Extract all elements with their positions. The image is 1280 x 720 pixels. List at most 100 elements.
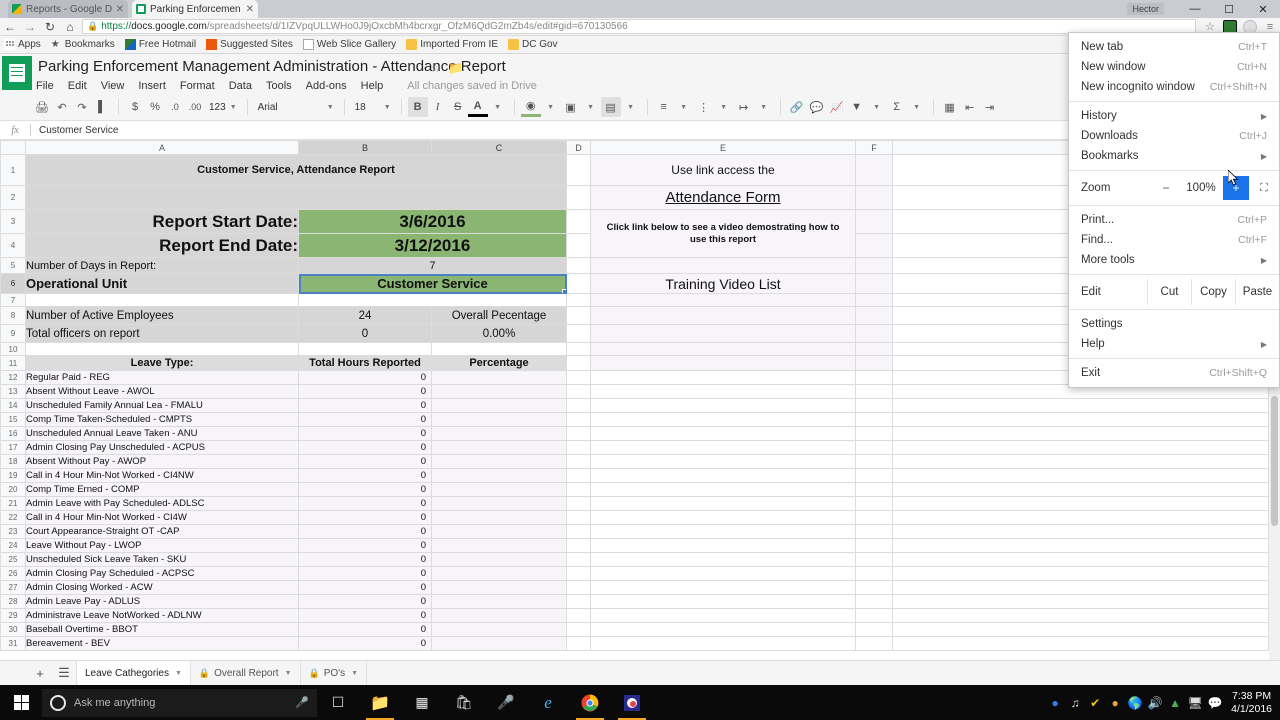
cell-a11-leave-type-header[interactable]: Leave Type: bbox=[25, 355, 299, 371]
cell-f12[interactable] bbox=[855, 370, 893, 385]
sheet-tab-overall-report[interactable]: 🔒 Overall Report ▼ bbox=[191, 660, 301, 686]
percent-format-button[interactable]: % bbox=[145, 97, 165, 117]
cell-d6[interactable] bbox=[566, 273, 591, 294]
tray-display-icon[interactable]: 🖥 bbox=[1185, 696, 1205, 710]
cell-e25[interactable] bbox=[590, 552, 856, 567]
cell-b9-total-officers[interactable]: 0 bbox=[298, 324, 432, 343]
cell-f11[interactable] bbox=[855, 355, 893, 371]
row-header-14[interactable]: 14 bbox=[0, 398, 26, 413]
column-header-a[interactable]: A bbox=[25, 140, 299, 155]
cell-f28[interactable] bbox=[855, 594, 893, 609]
menu-item-bookmarks[interactable]: Bookmarks ▶ bbox=[1069, 146, 1279, 166]
cell-c15-percentage[interactable] bbox=[431, 412, 567, 427]
menu-insert[interactable]: Insert bbox=[138, 80, 166, 92]
cell-e9[interactable] bbox=[590, 324, 856, 343]
fullscreen-icon[interactable]: ⛶ bbox=[1249, 182, 1279, 195]
cell-f23[interactable] bbox=[855, 524, 893, 539]
cell-f9[interactable] bbox=[855, 324, 893, 343]
cell-f22[interactable] bbox=[855, 510, 893, 525]
cell-c30-percentage[interactable] bbox=[431, 622, 567, 637]
strikethrough-button[interactable]: S bbox=[448, 97, 468, 117]
cell-f31[interactable] bbox=[855, 636, 893, 651]
menu-item-help[interactable]: Help ▶ bbox=[1069, 334, 1279, 354]
cell-c17-percentage[interactable] bbox=[431, 440, 567, 455]
redo-icon[interactable]: ↷ bbox=[72, 97, 92, 117]
cell-c14-percentage[interactable] bbox=[431, 398, 567, 413]
cell-e5[interactable] bbox=[590, 257, 856, 274]
cell-d30[interactable] bbox=[566, 622, 591, 637]
cell-d11[interactable] bbox=[566, 355, 591, 371]
cell-b19-hours[interactable]: 0 bbox=[298, 468, 432, 483]
cell-a3[interactable]: Report Start Date: bbox=[25, 209, 299, 234]
cell-f29[interactable] bbox=[855, 608, 893, 623]
cell-c12-percentage[interactable] bbox=[431, 370, 567, 385]
more-formats-button[interactable]: 123 ▼ bbox=[205, 97, 241, 117]
cell-d27[interactable] bbox=[566, 580, 591, 595]
cell-d14[interactable] bbox=[566, 398, 591, 413]
cell-a31-leave-type[interactable]: Bereavement - BEV bbox=[25, 636, 299, 651]
chrome-icon[interactable] bbox=[569, 685, 611, 720]
row-header-29[interactable]: 29 bbox=[0, 608, 26, 623]
cell-c18-percentage[interactable] bbox=[431, 454, 567, 469]
cell-b28-hours[interactable]: 0 bbox=[298, 594, 432, 609]
cell-e24[interactable] bbox=[590, 538, 856, 553]
cell-e16[interactable] bbox=[590, 426, 856, 441]
tray-notifications-icon[interactable]: 💬 bbox=[1205, 696, 1225, 710]
column-header-c[interactable]: C bbox=[431, 140, 567, 155]
cell-d13[interactable] bbox=[566, 384, 591, 399]
sheet-tab-pos[interactable]: 🔒 PO's ▼ bbox=[301, 660, 368, 686]
cell-a22-leave-type[interactable]: Call in 4 Hour Min-Not Worked - CI4W bbox=[25, 510, 299, 525]
window-user-label[interactable]: Hector bbox=[1127, 3, 1164, 15]
cell-c20-percentage[interactable] bbox=[431, 482, 567, 497]
cell-b20-hours[interactable]: 0 bbox=[298, 482, 432, 497]
cell-f15[interactable] bbox=[855, 412, 893, 427]
menu-tools[interactable]: Tools bbox=[266, 80, 292, 92]
cell-d22[interactable] bbox=[566, 510, 591, 525]
row-header-13[interactable]: 13 bbox=[0, 384, 26, 399]
borders-icon[interactable]: ▣ bbox=[561, 97, 581, 117]
cell-d31[interactable] bbox=[566, 636, 591, 651]
row-header-15[interactable]: 15 bbox=[0, 412, 26, 427]
cell-a12-leave-type[interactable]: Regular Paid - REG bbox=[25, 370, 299, 385]
cell-f5[interactable] bbox=[855, 257, 893, 274]
internet-explorer-icon[interactable]: e bbox=[527, 685, 569, 720]
cell-b11-total-hours-header[interactable]: Total Hours Reported bbox=[298, 355, 432, 371]
media-app-icon[interactable] bbox=[611, 685, 653, 720]
cell-f17[interactable] bbox=[855, 440, 893, 455]
cell-c16-percentage[interactable] bbox=[431, 426, 567, 441]
row-header-6[interactable]: 6 bbox=[0, 273, 26, 294]
row-header-31[interactable]: 31 bbox=[0, 636, 26, 651]
cell-d7[interactable] bbox=[566, 293, 591, 307]
cell-a28-leave-type[interactable]: Admin Leave Pay - ADLUS bbox=[25, 594, 299, 609]
cell-e12[interactable] bbox=[590, 370, 856, 385]
cell-a25-leave-type[interactable]: Unscheduled Sick Leave Taken - SKU bbox=[25, 552, 299, 567]
cell-e14[interactable] bbox=[590, 398, 856, 413]
menu-item-downloads[interactable]: Downloads Ctrl+J bbox=[1069, 126, 1279, 146]
text-wrap-icon[interactable]: ↦ bbox=[734, 97, 754, 117]
bookmark-bookmarks[interactable]: ★ Bookmarks bbox=[51, 39, 115, 50]
cell-b8-active-employees[interactable]: 24 bbox=[298, 306, 432, 325]
row-header-12[interactable]: 12 bbox=[0, 370, 26, 385]
menu-data[interactable]: Data bbox=[229, 80, 252, 92]
sheet-tab-leave-cathegories[interactable]: Leave Cathegories ▼ bbox=[76, 660, 191, 686]
insert-comment-icon[interactable]: 💬 bbox=[807, 97, 827, 117]
cell-f13[interactable] bbox=[855, 384, 893, 399]
column-header-e[interactable]: E bbox=[590, 140, 856, 155]
cell-b12-hours[interactable]: 0 bbox=[298, 370, 432, 385]
chrome-menu-icon[interactable]: ≡ bbox=[1260, 21, 1280, 33]
tray-shield-icon[interactable]: ▲ bbox=[1165, 696, 1185, 710]
cell-d15[interactable] bbox=[566, 412, 591, 427]
menu-item-new-window[interactable]: New window Ctrl+N bbox=[1069, 57, 1279, 77]
cell-a16-leave-type[interactable]: Unscheduled Annual Leave Taken - ANU bbox=[25, 426, 299, 441]
cell-b13-hours[interactable]: 0 bbox=[298, 384, 432, 399]
row-header-21[interactable]: 21 bbox=[0, 496, 26, 511]
cut-button[interactable]: Cut bbox=[1147, 279, 1191, 305]
cell-d9[interactable] bbox=[566, 324, 591, 343]
row-header-9[interactable]: 9 bbox=[0, 324, 26, 343]
cell-f10[interactable] bbox=[855, 342, 893, 356]
cell-d25[interactable] bbox=[566, 552, 591, 567]
cell-a9[interactable]: Total officers on report bbox=[25, 324, 299, 343]
cell-e6-training-video-list[interactable]: Training Video List bbox=[590, 273, 856, 294]
row-header-27[interactable]: 27 bbox=[0, 580, 26, 595]
cell-a13-leave-type[interactable]: Absent Without Leave - AWOL bbox=[25, 384, 299, 399]
